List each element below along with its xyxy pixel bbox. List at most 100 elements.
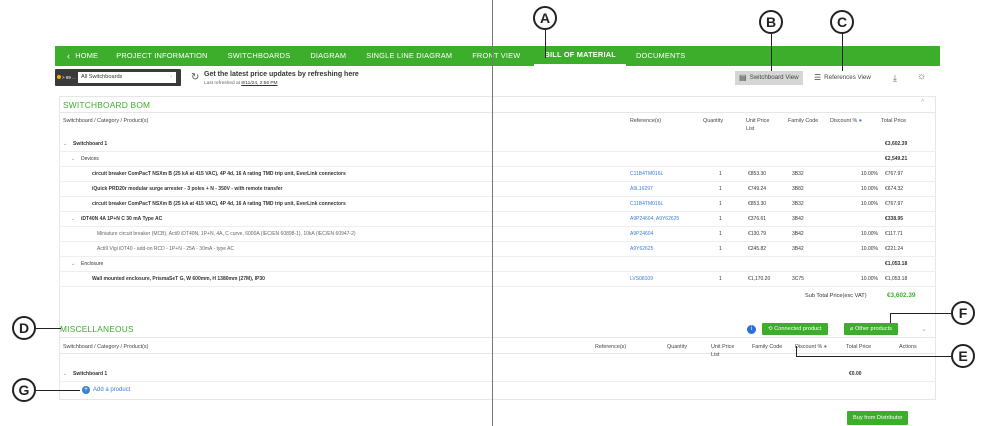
- download-icon[interactable]: ⤓: [893, 73, 897, 84]
- nav-documents[interactable]: DOCUMENTS: [626, 46, 695, 66]
- total-price-value: €767.97: [885, 171, 904, 177]
- other-products-button[interactable]: ⌀ Other products: [844, 323, 898, 335]
- quantity-value: 1: [719, 171, 722, 177]
- callout-c: C: [830, 10, 854, 34]
- family-code-value: 3C75: [792, 276, 804, 282]
- unit-price-value: €749.24: [748, 186, 767, 192]
- refresh-subtitle: Last refreshed at 8/11/24, 2:56 PM: [204, 81, 278, 86]
- reference-link[interactable]: C11B4TM016L: [630, 197, 663, 212]
- status-dot: [57, 75, 61, 79]
- misc-col-unit-price: Unit Price List: [711, 344, 735, 358]
- product-label: circuit breaker ComPacT NSXm B (25 kA at…: [92, 201, 346, 207]
- callout-line: [36, 390, 80, 391]
- help-icon[interactable]: i: [747, 325, 756, 334]
- chevron-down-icon[interactable]: ⌄: [63, 367, 67, 382]
- nav-bill-of-material[interactable]: BILL OF MATERIAL: [534, 46, 626, 66]
- callout-line: [842, 34, 843, 71]
- bom-page: ‹ HOME PROJECT INFORMATION SWITCHBOARDS …: [55, 46, 940, 426]
- quantity-value: 1: [719, 276, 722, 282]
- total-price-value: €117.71: [885, 231, 903, 237]
- reference-link[interactable]: A9P24604, A9Y62625: [630, 212, 679, 227]
- attach-icon: ⌀: [850, 326, 854, 332]
- product-label: Switchboard 1: [73, 141, 108, 147]
- switchboard-view-button[interactable]: ▤ Switchboard View: [735, 71, 803, 85]
- collapse-icon[interactable]: ^: [921, 99, 924, 106]
- reference-link[interactable]: A9P24604: [630, 227, 653, 242]
- reference-link[interactable]: C11B4TM016L: [630, 167, 663, 182]
- product-label: Acti9 Vigi iDT40 - add-on RCD - 1P+N - 2…: [97, 246, 235, 252]
- quantity-value: 1: [719, 246, 722, 252]
- family-code-value: 3B42: [792, 246, 804, 252]
- switchboard-dropdown[interactable]: All Switchboards ›: [78, 72, 176, 83]
- total-price-value: €767.97: [885, 201, 904, 207]
- col-quantity: Quantity: [703, 118, 724, 124]
- bom-row: ⌄ Devices €2,549.21: [59, 152, 936, 167]
- nav-front-view[interactable]: FRONT VIEW: [462, 46, 530, 66]
- subtotal-value: €3,602.39: [887, 292, 916, 299]
- callout-line: [771, 34, 772, 71]
- col-product: Switchboard / Category / Product(s): [63, 118, 149, 124]
- bom-row: circuit breaker ComPacT NSXm B (25 kA at…: [59, 197, 936, 212]
- discount-value: 10.00%: [861, 246, 878, 252]
- reference-link[interactable]: LVS08109: [630, 272, 653, 287]
- discount-value: 10.00%: [861, 186, 878, 192]
- quantity-value: 1: [719, 216, 722, 222]
- misc-col-reference: Reference(s): [595, 344, 627, 350]
- quantity-value: 1: [719, 231, 722, 237]
- refresh-icon[interactable]: ↻: [191, 72, 199, 83]
- bom-row: ⌄ Enclosure €1,053.18: [59, 257, 936, 272]
- plus-circle-icon: +: [82, 386, 90, 394]
- unit-price-value: €853.30: [748, 201, 767, 207]
- product-label: circuit breaker ComPacT NSXm B (25 kA at…: [92, 171, 346, 177]
- last-refreshed-time[interactable]: 8/11/24, 2:56 PM: [241, 81, 277, 86]
- misc-col-actions: Actions: [899, 344, 917, 350]
- discount-value: 10.00%: [861, 231, 878, 237]
- chevron-down-icon[interactable]: ⌄: [71, 257, 75, 272]
- total-price-value: €338.95: [885, 216, 904, 222]
- discount-value: 10.00%: [861, 171, 878, 177]
- callout-line: [890, 313, 891, 323]
- col-unit-price: Unit Price List: [746, 118, 770, 132]
- callout-line: [36, 328, 61, 329]
- total-price-value: €1,053.18: [885, 261, 908, 267]
- add-product-link[interactable]: + Add a product: [82, 386, 130, 394]
- misc-col-quantity: Quantity: [667, 344, 688, 350]
- refresh-title: Get the latest price updates by refreshi…: [204, 71, 359, 78]
- nav-switchboards[interactable]: SWITCHBOARDS: [218, 46, 301, 66]
- collapse-icon[interactable]: ⌄: [921, 325, 927, 333]
- info-icon[interactable]: ●: [824, 344, 827, 350]
- lightbulb-icon[interactable]: ☼: [917, 71, 926, 82]
- callout-f: F: [951, 301, 975, 325]
- references-view-button[interactable]: ☰ References View: [810, 71, 875, 85]
- reference-link[interactable]: A9Y62625: [630, 242, 653, 257]
- total-price-value: €221.24: [885, 246, 904, 252]
- callout-e: E: [951, 344, 975, 368]
- nav-diagram[interactable]: DIAGRAM: [300, 46, 356, 66]
- bom-row: Acti9 Vigi iDT40 - add-on RCD - 1P+N - 2…: [59, 242, 936, 257]
- nav-home[interactable]: ‹ HOME: [59, 46, 106, 66]
- total-price-value: €1,053.18: [885, 276, 908, 282]
- chevron-down-icon[interactable]: ⌄: [71, 212, 75, 227]
- discount-value: 10.00%: [861, 201, 878, 207]
- product-label: Miniature circuit breaker (MCB), Acti9 i…: [97, 231, 356, 237]
- nav-single-line-diagram[interactable]: SINGLE LINE DIAGRAM: [356, 46, 462, 66]
- info-icon[interactable]: ●: [859, 118, 862, 124]
- bom-row: Miniature circuit breaker (MCB), Acti9 i…: [59, 227, 936, 242]
- buy-from-distributor-button[interactable]: Buy from Distributor: [847, 411, 909, 425]
- switchboard-selector[interactable]: > 99 ... All Switchboards ›: [55, 69, 181, 86]
- callout-line: [890, 313, 951, 314]
- reference-link[interactable]: A9L16297: [630, 182, 653, 197]
- chevron-down-icon[interactable]: ⌄: [63, 137, 67, 152]
- quantity-value: 1: [719, 186, 722, 192]
- misc-col-product: Switchboard / Category / Product(s): [63, 344, 149, 350]
- callout-d: D: [12, 316, 36, 340]
- list-icon: ☰: [814, 73, 822, 82]
- chevron-down-icon[interactable]: ⌄: [71, 152, 75, 167]
- col-reference: Reference(s): [630, 118, 662, 124]
- bom-title: SWITCHBOARD BOM: [63, 100, 151, 110]
- nav-project-information[interactable]: PROJECT INFORMATION: [106, 46, 217, 66]
- misc-col-discount: Discount % ●: [795, 344, 828, 350]
- callout-line: [796, 346, 797, 356]
- misc-col-total: Total Price: [846, 344, 872, 350]
- connected-product-button[interactable]: ⟲ Connected product: [762, 323, 828, 335]
